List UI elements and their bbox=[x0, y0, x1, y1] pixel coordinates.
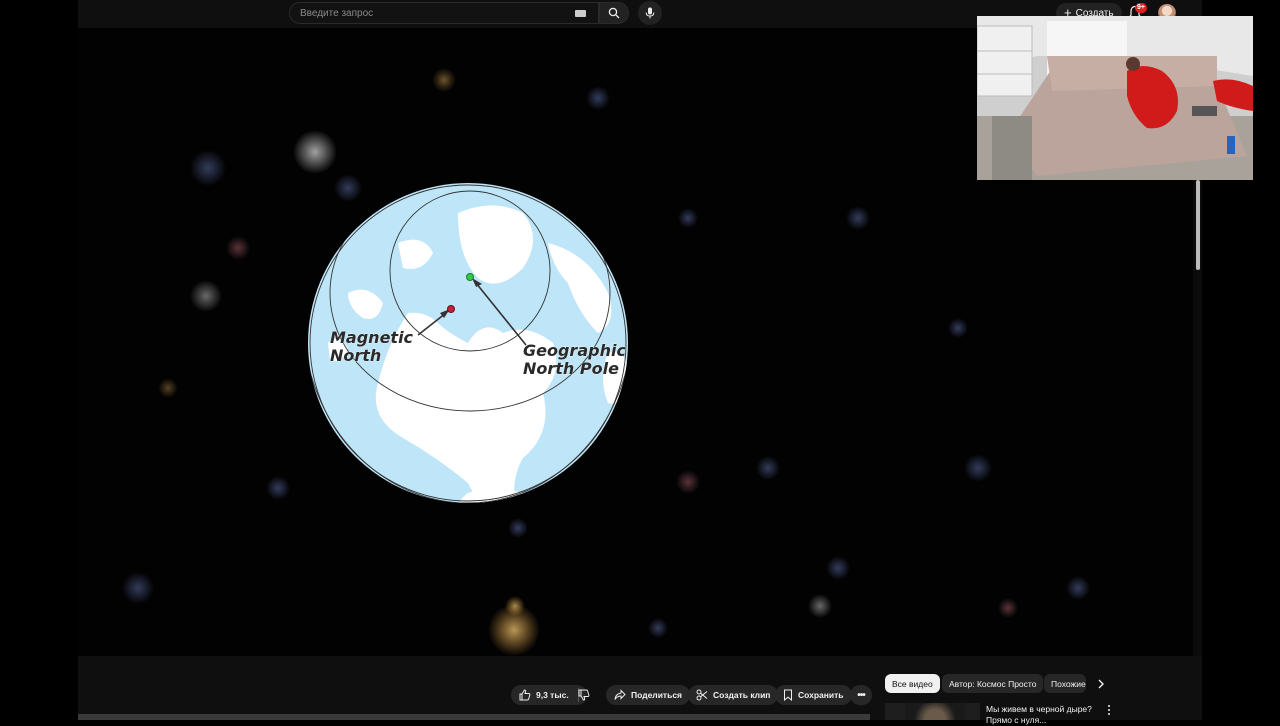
microphone-icon bbox=[645, 7, 655, 19]
more-vertical-icon[interactable] bbox=[1104, 704, 1114, 716]
search-input[interactable] bbox=[298, 6, 562, 20]
share-icon bbox=[614, 689, 626, 700]
geographic-north-label-line1: Geographic bbox=[523, 341, 626, 360]
dislike-button[interactable] bbox=[570, 685, 598, 705]
chip-author[interactable]: Автор: Космос Просто bbox=[942, 674, 1044, 693]
scissors-icon bbox=[696, 689, 708, 701]
thumbs-up-icon bbox=[519, 689, 531, 701]
bookmark-icon bbox=[784, 689, 792, 701]
recommendation-title[interactable]: Мы живем в черной дыре? Прямо с нуля... bbox=[986, 704, 1096, 726]
keyboard-icon[interactable] bbox=[575, 10, 586, 17]
search-icon bbox=[608, 7, 620, 19]
create-clip-button[interactable]: Создать клип bbox=[688, 685, 779, 705]
share-label: Поделиться bbox=[631, 690, 683, 700]
geographic-north-label-line2: North Pole bbox=[523, 359, 619, 378]
magnetic-north-label-line1: Magnetic bbox=[330, 328, 414, 347]
magnetic-pole-marker bbox=[447, 305, 455, 313]
webcam-overlay bbox=[977, 16, 1253, 180]
recommendation-thumbnail-art bbox=[905, 703, 965, 720]
scrollbar-thumb[interactable] bbox=[1196, 180, 1200, 270]
share-button[interactable]: Поделиться bbox=[606, 685, 691, 705]
webcam-scene bbox=[977, 16, 1253, 180]
chevron-right-icon[interactable] bbox=[1094, 677, 1108, 691]
magnetic-north-label-line2: North bbox=[330, 346, 381, 365]
save-label: Сохранить bbox=[798, 690, 844, 700]
thumbs-down-icon bbox=[578, 689, 590, 701]
chip-all-videos[interactable]: Все видео bbox=[885, 674, 940, 693]
video-progress-bar[interactable] bbox=[78, 714, 870, 720]
search-box[interactable] bbox=[289, 2, 599, 24]
voice-search-button[interactable] bbox=[638, 1, 662, 25]
notifications-badge: 9+ bbox=[1135, 3, 1147, 13]
more-actions-button[interactable]: ••• bbox=[850, 685, 872, 705]
globe-illustration: Magnetic North Geographic North Pole bbox=[308, 183, 632, 503]
create-clip-label: Создать клип bbox=[713, 690, 771, 700]
chip-similar[interactable]: Похожие bbox=[1044, 674, 1086, 693]
search-button[interactable] bbox=[599, 2, 629, 24]
like-count: 9,3 тыс. bbox=[536, 690, 569, 700]
recommendation-thumbnail[interactable] bbox=[885, 703, 980, 720]
save-button[interactable]: Сохранить bbox=[775, 685, 852, 705]
geographic-pole-marker bbox=[466, 273, 474, 281]
more-horizontal-icon: ••• bbox=[857, 689, 865, 701]
svg-text:Geographic North Pole: Geographic North Pole bbox=[523, 341, 632, 378]
left-black-margin bbox=[0, 0, 78, 720]
